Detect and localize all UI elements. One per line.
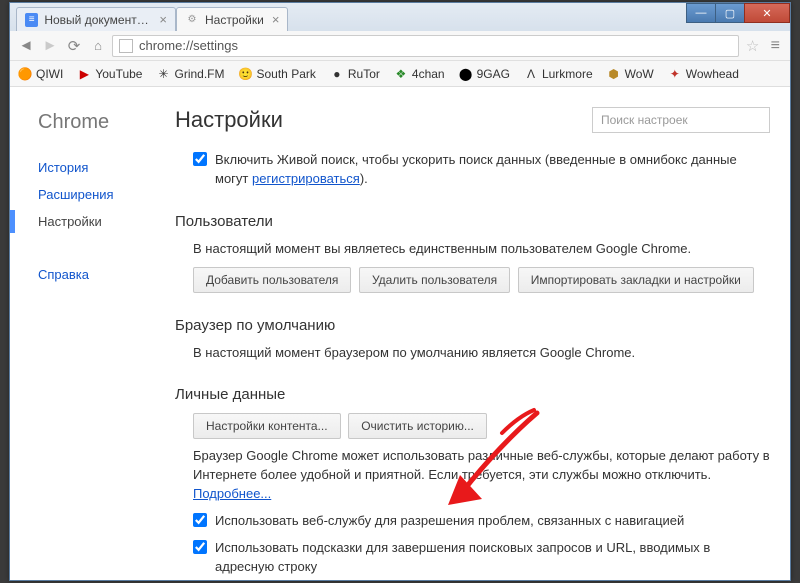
live-search-checkbox[interactable] — [193, 152, 207, 166]
menu-icon[interactable]: ≡ — [767, 37, 784, 55]
doc-favicon-icon: ≡ — [25, 13, 38, 27]
sidebar-item[interactable]: Настройки — [38, 208, 165, 235]
register-link[interactable]: регистрироваться — [252, 171, 360, 186]
delete-user-button[interactable]: Удалить пользователя — [359, 267, 510, 293]
privacy-desc: Браузер Google Chrome может использовать… — [175, 447, 770, 504]
sidebar-item[interactable]: История — [38, 154, 165, 181]
live-search-text: Включить Живой поиск, чтобы ускорить пои… — [215, 151, 770, 189]
suggest-label: Использовать подсказки для завершения по… — [215, 539, 770, 577]
clear-history-button[interactable]: Очистить историю... — [348, 413, 487, 439]
back-icon[interactable]: ◄ — [16, 36, 36, 56]
bookmark-label: YouTube — [95, 67, 142, 81]
nav-service-row: Использовать веб-службу для разрешения п… — [175, 512, 770, 531]
bookmark-favicon-icon: ✳ — [156, 67, 170, 81]
browser-window: ≡ Новый документ - G × ⚙ Настройки × — ▢… — [9, 2, 791, 581]
tab-label: Настройки — [205, 13, 264, 27]
page-title: Настройки — [175, 107, 283, 133]
tab-label: Новый документ - G — [44, 13, 151, 27]
default-browser-desc: В настоящий момент браузером по умолчани… — [175, 344, 770, 363]
bookmark-star-icon[interactable]: ☆ — [743, 36, 763, 56]
bookmark-label: South Park — [257, 67, 316, 81]
bookmark-item[interactable]: Λ Lurkmore — [524, 67, 593, 81]
window-controls: — ▢ ✕ — [687, 3, 790, 23]
gear-favicon-icon: ⚙ — [185, 13, 199, 27]
bookmark-label: Wowhead — [686, 67, 739, 81]
default-browser-section: Браузер по умолчанию В настоящий момент … — [175, 317, 770, 363]
bookmark-item[interactable]: ❖ 4chan — [394, 67, 445, 81]
brand-label: Chrome — [38, 111, 165, 134]
address-text: chrome://settings — [139, 38, 238, 53]
minimize-button[interactable]: — — [686, 3, 716, 23]
content-settings-button[interactable]: Настройки контента... — [193, 413, 341, 439]
bookmark-label: 4chan — [412, 67, 445, 81]
tab-document[interactable]: ≡ Новый документ - G × — [16, 7, 176, 31]
close-window-button[interactable]: ✕ — [744, 3, 790, 23]
page-icon — [119, 39, 133, 53]
bookmark-item[interactable]: ✳ Grind.FM — [156, 67, 224, 81]
tab-close-icon[interactable]: × — [159, 12, 167, 27]
tab-close-icon[interactable]: × — [272, 12, 280, 27]
bookmark-item[interactable]: 🙂 South Park — [239, 67, 316, 81]
users-desc: В настоящий момент вы являетесь единстве… — [175, 240, 770, 259]
add-user-button[interactable]: Добавить пользователя — [193, 267, 351, 293]
bookmark-item[interactable]: ⬢ WoW — [607, 67, 654, 81]
maximize-button[interactable]: ▢ — [715, 3, 745, 23]
address-bar: ◄ ► ⟳ ⌂ chrome://settings ☆ ≡ — [10, 31, 790, 61]
settings-search-input[interactable]: Поиск настроек — [592, 107, 770, 133]
default-browser-heading: Браузер по умолчанию — [175, 317, 770, 334]
suggest-checkbox[interactable] — [193, 540, 207, 554]
bookmark-favicon-icon: ❖ — [394, 67, 408, 81]
users-section: Пользователи В настоящий момент вы являе… — [175, 213, 770, 293]
bookmark-favicon-icon: 🟠 — [18, 67, 32, 81]
suggest-row: Использовать подсказки для завершения по… — [175, 539, 770, 577]
bookmark-label: QIWI — [36, 67, 63, 81]
import-bookmarks-button[interactable]: Импортировать закладки и настройки — [518, 267, 754, 293]
tab-strip: ≡ Новый документ - G × ⚙ Настройки × — ▢… — [10, 3, 790, 31]
reload-icon[interactable]: ⟳ — [64, 36, 84, 56]
bookmark-favicon-icon: ✦ — [668, 67, 682, 81]
bookmark-favicon-icon: Λ — [524, 67, 538, 81]
bookmark-label: RuTor — [348, 67, 380, 81]
page-header: Настройки Поиск настроек — [175, 107, 770, 133]
tab-settings[interactable]: ⚙ Настройки × — [176, 7, 288, 31]
sidebar-item[interactable]: Справка — [38, 261, 165, 288]
bookmark-favicon-icon: ⬤ — [459, 67, 473, 81]
bookmark-favicon-icon: ▶ — [77, 67, 91, 81]
sidebar-item[interactable]: Расширения — [38, 181, 165, 208]
nav-service-checkbox[interactable] — [193, 513, 207, 527]
bookmark-item[interactable]: ● RuTor — [330, 67, 380, 81]
omnibox[interactable]: chrome://settings — [112, 35, 739, 57]
bookmark-label: Grind.FM — [174, 67, 224, 81]
bookmark-item[interactable]: 🟠 QIWI — [18, 67, 63, 81]
bookmark-favicon-icon: ● — [330, 67, 344, 81]
bookmark-item[interactable]: ▶ YouTube — [77, 67, 142, 81]
users-heading: Пользователи — [175, 213, 770, 230]
bookmark-favicon-icon: ⬢ — [607, 67, 621, 81]
home-icon[interactable]: ⌂ — [88, 36, 108, 56]
bookmark-label: 9GAG — [477, 67, 510, 81]
sidebar: Chrome ИсторияРасширенияНастройки Справка — [10, 87, 165, 580]
bookmark-label: WoW — [625, 67, 654, 81]
privacy-section: Личные данные Настройки контента... Очис… — [175, 386, 770, 576]
bookmark-item[interactable]: ⬤ 9GAG — [459, 67, 510, 81]
live-search-row: Включить Живой поиск, чтобы ускорить пои… — [175, 151, 770, 189]
content-area: Chrome ИсторияРасширенияНастройкиСправка… — [10, 87, 790, 580]
forward-icon[interactable]: ► — [40, 36, 60, 56]
bookmark-item[interactable]: ✦ Wowhead — [668, 67, 739, 81]
search-placeholder: Поиск настроек — [601, 113, 688, 127]
bookmarks-bar: 🟠 QIWI ▶ YouTube ✳ Grind.FM 🙂 South Park ● RuTor ❖… — [10, 61, 790, 87]
nav-service-label: Использовать веб-службу для разрешения п… — [215, 512, 684, 531]
main-panel: Настройки Поиск настроек Включить Живой … — [165, 87, 790, 580]
learn-more-link[interactable]: Подробнее... — [193, 486, 271, 501]
bookmark-label: Lurkmore — [542, 67, 593, 81]
privacy-heading: Личные данные — [175, 386, 770, 403]
bookmark-favicon-icon: 🙂 — [239, 67, 253, 81]
